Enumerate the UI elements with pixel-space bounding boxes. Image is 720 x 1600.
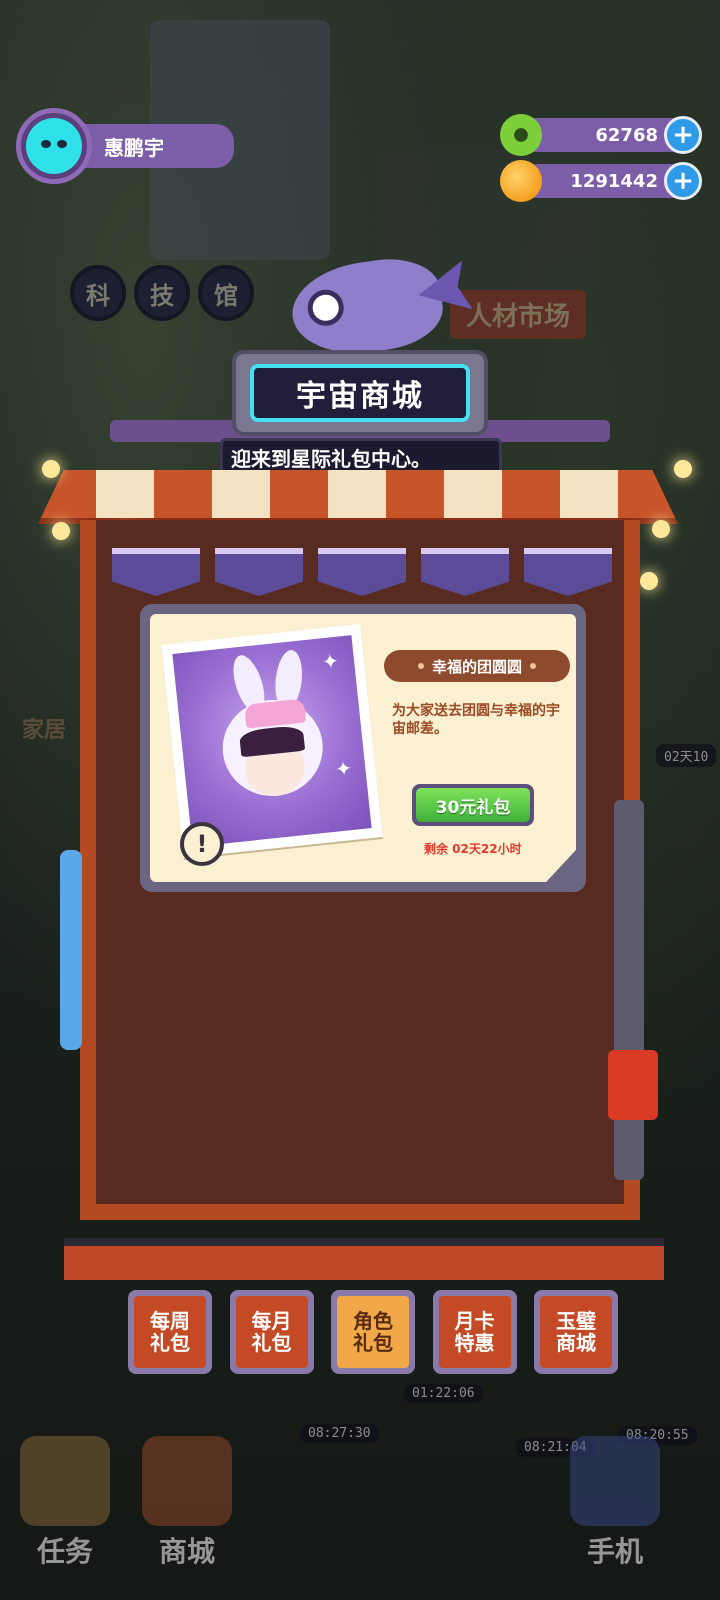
- tab-monthly-pack[interactable]: 每月 礼包: [229, 1290, 314, 1374]
- shop-title-frame: 宇宙商城: [232, 350, 488, 436]
- sparkle-icon: ✦: [334, 755, 354, 782]
- package-name-badge: 幸福的团圆圆: [384, 650, 570, 682]
- package-description: 为大家送去团圆与幸福的宇宙邮差。: [392, 703, 560, 737]
- buy-button-label: 30元礼包: [416, 788, 530, 822]
- bunting-flag: [524, 548, 612, 596]
- player-info[interactable]: 惠鹏宇: [16, 108, 234, 184]
- light-bulb-icon: [640, 572, 658, 590]
- dot-icon: [417, 663, 424, 669]
- nav-tasks[interactable]: 任务: [10, 1436, 120, 1570]
- light-bulb-icon: [42, 460, 60, 478]
- cat-avatar-icon: [26, 118, 82, 174]
- tab-label: 每月 礼包: [235, 1296, 308, 1368]
- add-coin-button[interactable]: +: [664, 162, 702, 200]
- shop-title: 宇宙商城: [250, 364, 470, 422]
- tab-label: 月卡 特惠: [438, 1296, 511, 1368]
- bunting-decoration: [112, 548, 612, 596]
- character-illustration: ✦ ✦: [172, 635, 372, 847]
- bunting-flag: [318, 548, 406, 596]
- tab-character-pack[interactable]: 角色 礼包: [331, 1290, 415, 1374]
- donut-icon: [500, 114, 542, 156]
- donut-currency: 62768 +: [500, 114, 702, 156]
- tab-label: 每周 礼包: [134, 1296, 206, 1368]
- tab-label: 玉璧 商城: [540, 1296, 612, 1368]
- nav-shop-label: 商城: [158, 1535, 215, 1568]
- bunting-flag: [421, 548, 509, 596]
- info-alert-icon[interactable]: !: [180, 822, 224, 866]
- player-name: 惠鹏宇: [74, 124, 234, 168]
- nav-shop[interactable]: 商城: [132, 1436, 242, 1570]
- blue-pipe: [60, 850, 82, 1050]
- cabinet-base: [64, 1238, 664, 1280]
- remaining-time: 剩余 02天22小时: [424, 842, 522, 856]
- shop-awning: [38, 470, 678, 524]
- add-donut-button[interactable]: +: [664, 116, 702, 154]
- light-bulb-icon: [674, 460, 692, 478]
- metal-pipe: [614, 800, 644, 1180]
- sparkle-icon: ✦: [320, 648, 340, 675]
- shop-category-tabs: 每周 礼包 每月 礼包 角色 礼包 月卡 特惠 玉璧 商城: [128, 1290, 618, 1374]
- tab-monthly-card[interactable]: 月卡 特惠: [432, 1290, 517, 1374]
- shop-stall-icon: [142, 1436, 232, 1526]
- tab-label: 角色 礼包: [337, 1296, 409, 1368]
- nav-phone[interactable]: 手机: [560, 1436, 670, 1570]
- package-card[interactable]: ✦ ✦ ! 幸福的团圆圆 为大家送去团圆与幸福的宇宙邮差。 30元礼包 剩余 0…: [140, 604, 586, 892]
- dot-icon: [530, 663, 536, 669]
- package-name: 幸福的团圆圆: [431, 657, 522, 676]
- avatar[interactable]: [16, 108, 92, 184]
- tab-weekly-pack[interactable]: 每周 礼包: [128, 1290, 212, 1374]
- buy-package-button[interactable]: 30元礼包: [412, 784, 534, 826]
- planet-coin-icon: [500, 160, 542, 202]
- nav-tasks-label: 任务: [36, 1535, 93, 1568]
- light-bulb-icon: [652, 520, 670, 538]
- bunting-flag: [215, 548, 303, 596]
- nav-phone-label: 手机: [586, 1535, 643, 1568]
- task-book-icon: [20, 1436, 110, 1526]
- red-button-decoration: [608, 1050, 658, 1120]
- coin-amount: 1291442: [570, 170, 658, 192]
- phone-icon: [570, 1436, 660, 1526]
- coin-currency: 1291442 +: [500, 160, 702, 202]
- bunting-flag: [112, 548, 200, 596]
- bottom-nav: 任务 商城 手机: [0, 1400, 720, 1600]
- donut-amount: 62768: [595, 124, 658, 146]
- light-bulb-icon: [52, 522, 70, 540]
- package-card-body: ✦ ✦ ! 幸福的团圆圆 为大家送去团圆与幸福的宇宙邮差。 30元礼包 剩余 0…: [150, 614, 576, 882]
- tab-jade-shop[interactable]: 玉璧 商城: [534, 1290, 618, 1374]
